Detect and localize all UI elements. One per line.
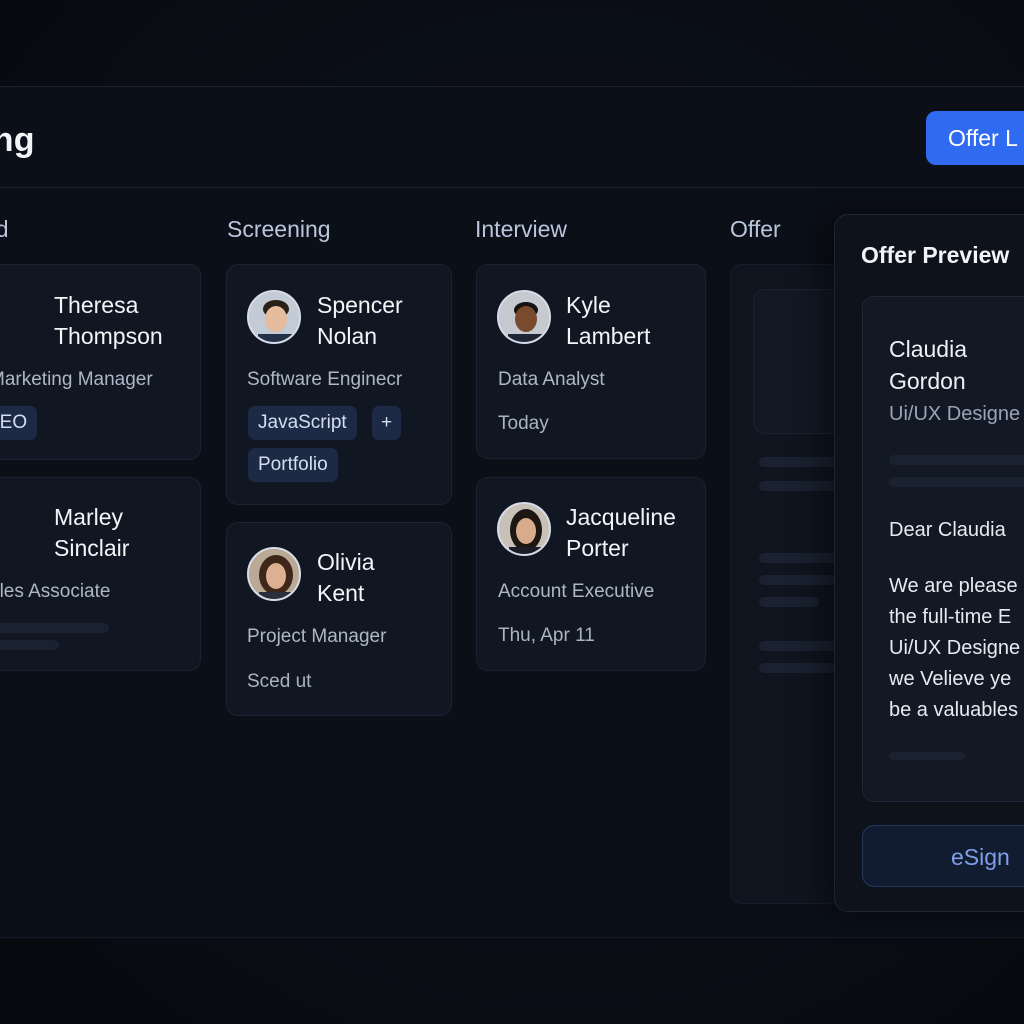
column-title-applied: plied [0,216,9,242]
interview-date: Today [498,413,549,434]
avatar [247,547,301,601]
preview-title: Offer Preview [861,242,1010,268]
placeholder-line [889,752,965,760]
candidate-name-line1: Claudia [889,336,967,362]
candidate-card[interactable]: Jacqueline Porter Account Executive Thu,… [476,477,706,671]
candidate-name-line1: Olivia [317,549,375,575]
offer-letter-button[interactable]: Offer L [926,111,1024,165]
placeholder-line [889,455,1024,465]
offer-preview-panel: Offer Preview Claudia Gordon Ui/UX Desig… [834,214,1024,912]
skill-tag[interactable]: JavaScript [248,406,357,440]
status-text: Sced ut [247,671,312,692]
candidate-name-line2: Porter [566,535,629,561]
candidate-name-line1: Spencer [317,292,403,318]
candidate-name-line1: Theresa [54,292,139,318]
candidate-role: Marketing Manager [0,369,153,390]
candidate-name-line2: Sinclair [54,535,130,561]
avatar [497,502,551,556]
candidate-name-line1: Kyle [566,292,611,318]
candidate-card[interactable]: Theresa Thompson Marketing Manager SEO [0,264,201,460]
column-title-screening: Screening [227,216,331,242]
candidate-role: Account Executive [498,581,655,602]
offer-column [730,264,873,904]
candidate-card[interactable]: Kyle Lambert Data Analyst Today [476,264,706,459]
stage: iring Offer L plied Screening Interview … [0,0,1024,1024]
candidate-role: Software Enginecr [247,369,403,390]
candidate-name-line2: Kent [317,580,365,606]
letter-body-line: We are please [889,575,1018,597]
candidate-card[interactable]: Spencer Nolan Software Enginecr JavaScri… [226,264,452,505]
interview-date: Thu, Apr 11 [498,625,595,646]
candidate-role: Ui/UX Designe [889,403,1021,425]
candidate-card[interactable]: Marley Sinclair ales Associate [0,477,201,671]
letter-body-line: Ui/UX Designe [889,637,1021,659]
header: iring Offer L [0,87,1024,188]
placeholder-line [0,623,109,633]
column-title-interview: Interview [475,216,568,242]
candidate-name-line2: Thompson [54,323,163,349]
candidate-name-line2: Nolan [317,323,378,349]
avatar [247,290,301,344]
candidate-role: Project Manager [247,626,387,647]
letter-body-line: be a valuables [889,699,1018,721]
avatar [497,290,551,344]
skill-tag[interactable]: Portfolio [248,448,338,482]
placeholder-line [889,477,1024,487]
offer-letter: Claudia Gordon Ui/UX Designe Dear Claudi… [862,296,1024,802]
candidate-role: ales Associate [0,581,111,602]
candidate-name-line2: Gordon [889,368,966,394]
candidate-role: Data Analyst [498,369,605,390]
candidate-name-line1: Jacqueline [566,504,676,530]
candidate-card[interactable]: Olivia Kent Project Manager Sced ut [226,522,452,716]
skill-tag[interactable]: SEO [0,406,38,440]
letter-greeting: Dear Claudia [889,519,1006,541]
hiring-board: iring Offer L plied Screening Interview … [0,86,1024,938]
candidate-name-line1: Marley [54,504,124,530]
candidate-name-line2: Lambert [566,323,651,349]
letter-body-line: we Velieve ye [889,668,1012,690]
placeholder-line [759,597,819,607]
page-title: iring [0,121,35,159]
letter-body-line: the full-time E [889,606,1012,628]
esign-button[interactable]: eSign [862,825,1024,887]
add-tag-button[interactable]: + [372,406,402,440]
column-title-offer: Offer [730,216,781,242]
placeholder-line [0,640,59,650]
